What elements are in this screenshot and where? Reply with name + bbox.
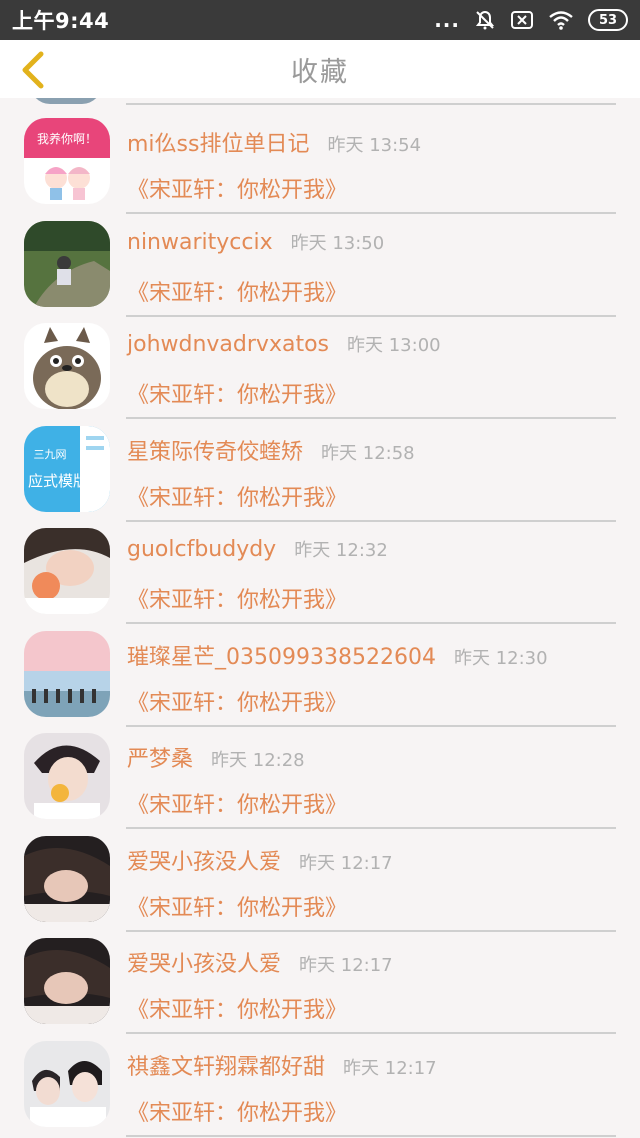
list-item[interactable]: johwdnvadrvxatos 昨天 13:00 《宋亚轩：你松开我》 [0, 319, 640, 422]
song-title[interactable]: 《宋亚轩：你松开我》 [127, 787, 347, 819]
avatar [24, 1040, 110, 1127]
divider [126, 929, 616, 932]
avatar: 我养你啊！ [24, 118, 110, 204]
divider [126, 622, 616, 624]
divider [126, 103, 616, 105]
list-item[interactable]: 祺鑫文轩翔霖都好甜 昨天 12:17 《宋亚轩：你松开我》 [0, 1037, 640, 1138]
timestamp: 昨天 12:30 [453, 647, 548, 669]
page-title: 收藏 [291, 56, 349, 88]
song-title[interactable]: 《宋亚轩：你松开我》 [127, 890, 347, 922]
partial-list-item[interactable] [0, 98, 640, 105]
timestamp: 昨天 12:17 [299, 955, 393, 976]
back-button[interactable] [10, 48, 54, 92]
list-item[interactable]: 璀璨星芒_035099338522604 昨天 12:30 《宋亚轩：你松开我》 [0, 627, 640, 730]
avatar [24, 630, 110, 717]
divider [126, 827, 616, 829]
username[interactable]: 爱哭小孩没人爱 [127, 946, 281, 978]
avatar [24, 528, 110, 614]
list-item[interactable]: 爱哭小孩没人爱 昨天 12:17 《宋亚轩：你松开我》 [0, 832, 640, 935]
divider [126, 724, 616, 727]
nav-header: 收藏 [0, 40, 640, 98]
username[interactable]: johwdnvadrvxatos [127, 332, 329, 357]
divider [126, 417, 616, 419]
list-item[interactable]: 三九网 应式模版 星策际传奇佼蝰矫 昨天 12:58 《宋亚轩：你松开我》 [0, 422, 640, 525]
status-icons: ... 53 [434, 8, 628, 32]
avatar-text: 我养你啊！ [37, 131, 97, 146]
list-item[interactable]: 爱哭小孩没人爱 昨天 12:17 《宋亚轩：你松开我》 [0, 934, 640, 1037]
chevron-left-icon [22, 51, 44, 89]
timestamp: 昨天 13:00 [347, 335, 441, 356]
battery-icon: 53 [588, 9, 628, 31]
avatar: 三九网 应式模版 [24, 425, 110, 512]
more-dots-icon: ... [434, 8, 460, 32]
song-title[interactable]: 《宋亚轩：你松开我》 [127, 685, 347, 717]
avatar [24, 733, 110, 819]
timestamp: 昨天 12:32 [294, 540, 388, 561]
username[interactable]: guolcfbudydy [127, 537, 276, 562]
divider [126, 212, 616, 214]
song-title[interactable]: 《宋亚轩：你松开我》 [127, 1095, 347, 1127]
song-title[interactable]: 《宋亚轩：你松开我》 [127, 582, 347, 614]
avatar [24, 220, 110, 307]
divider [126, 314, 616, 317]
username[interactable]: 璀璨星芒_035099338522604 [127, 639, 436, 671]
list-item[interactable]: 严梦桑 昨天 12:28 《宋亚轩：你松开我》 [0, 729, 640, 832]
username[interactable]: 祺鑫文轩翔霖都好甜 [127, 1049, 325, 1081]
username[interactable]: 爱哭小孩没人爱 [127, 844, 281, 876]
divider [126, 1134, 616, 1137]
avatar-text: 应式模版 [28, 472, 88, 490]
username[interactable]: mi仫ss排位单日记 [127, 126, 309, 158]
avatar-text: 三九网 [34, 448, 67, 461]
list-item[interactable]: ninwarityccix 昨天 13:50 《宋亚轩：你松开我》 [0, 217, 640, 320]
timestamp: 昨天 13:54 [327, 135, 422, 156]
mute-bell-icon [474, 9, 496, 31]
status-time: 上午9:44 [12, 9, 110, 33]
wifi-icon [548, 10, 574, 30]
status-bar: 上午9:44 ... 53 [0, 0, 640, 40]
username[interactable]: 严梦桑 [127, 741, 193, 773]
username[interactable]: 星策际传奇佼蝰矫 [127, 434, 303, 466]
timestamp: 昨天 12:17 [299, 852, 393, 874]
username[interactable]: ninwarityccix [127, 230, 273, 255]
divider [126, 519, 616, 522]
favorites-list[interactable]: 我养你啊！ mi仫ss排位单日记 昨天 13:54 《宋亚轩：你松开我》 nin [0, 98, 640, 1138]
list-item[interactable]: 我养你啊！ mi仫ss排位单日记 昨天 13:54 《宋亚轩：你松开我》 [0, 114, 640, 217]
avatar [24, 323, 110, 409]
divider [126, 1032, 616, 1034]
timestamp: 昨天 12:58 [321, 442, 415, 464]
timestamp: 昨天 13:50 [290, 232, 385, 254]
avatar [24, 938, 110, 1024]
song-title[interactable]: 《宋亚轩：你松开我》 [127, 480, 347, 512]
no-sim-icon [510, 10, 534, 30]
timestamp: 昨天 12:28 [211, 750, 305, 771]
song-title[interactable]: 《宋亚轩：你松开我》 [127, 172, 347, 204]
song-title[interactable]: 《宋亚轩：你松开我》 [127, 275, 347, 307]
timestamp: 昨天 12:17 [343, 1057, 437, 1079]
song-title[interactable]: 《宋亚轩：你松开我》 [127, 377, 347, 409]
avatar [24, 835, 110, 922]
list-item[interactable]: guolcfbudydy 昨天 12:32 《宋亚轩：你松开我》 [0, 524, 640, 627]
song-title[interactable]: 《宋亚轩：你松开我》 [127, 992, 347, 1024]
avatar [30, 98, 102, 104]
